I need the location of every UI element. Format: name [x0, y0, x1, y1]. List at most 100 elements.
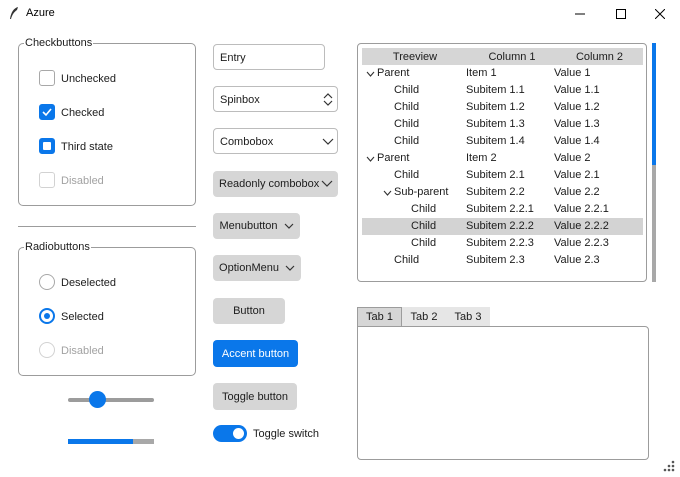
tree-expander-icon[interactable] — [383, 190, 392, 196]
indeterminate-icon — [43, 142, 51, 150]
radiobuttons-legend: Radiobuttons — [24, 241, 91, 253]
tree-cell-column1: Subitem 2.1 — [466, 169, 525, 181]
checkbox-unchecked[interactable] — [39, 70, 55, 86]
checkbox-disabled-label: Disabled — [61, 175, 104, 187]
chevron-down-icon — [322, 138, 334, 145]
chevron-down-icon — [321, 180, 333, 187]
chevron-down-icon — [285, 265, 295, 271]
treeview-heading-tree[interactable]: Treeview — [362, 48, 468, 65]
treeview-heading-column2[interactable]: Column 2 — [556, 48, 643, 65]
checkbuttons-legend: Checkbuttons — [24, 37, 94, 49]
tree-cell-name: Sub-parent — [394, 186, 449, 198]
tree-row[interactable]: Parent Item 2 Value 2 — [362, 150, 643, 167]
tab-2[interactable]: Tab 2 — [402, 307, 446, 326]
tree-cell-column1: Subitem 1.4 — [466, 135, 525, 147]
tree-cell-column2: Value 1 — [554, 67, 591, 79]
optionmenu[interactable]: OptionMenu — [213, 255, 301, 281]
tree-row[interactable]: Child Subitem 2.3 Value 2.3 — [362, 252, 643, 269]
tree-cell-name: Parent — [377, 152, 410, 164]
maximize-button[interactable] — [601, 0, 641, 27]
checkbox-third-state[interactable] — [39, 138, 55, 154]
tree-expander-icon[interactable] — [366, 71, 375, 77]
tree-cell-column2: Value 2.2 — [554, 186, 600, 198]
scale-trough[interactable] — [68, 398, 154, 402]
menubutton[interactable]: Menubutton — [213, 213, 300, 239]
toggle-button[interactable]: Toggle button — [213, 383, 297, 410]
checkbox-third-state-label: Third state — [61, 141, 113, 153]
tree-cell-column1: Item 1 — [466, 67, 497, 79]
tree-cell-column1: Subitem 2.2.2 — [466, 220, 534, 232]
treeview-heading-column1[interactable]: Column 1 — [468, 48, 556, 65]
toggle-switch[interactable] — [213, 425, 247, 442]
toggle-button-label: Toggle button — [221, 390, 289, 403]
tree-cell-column2: Value 2.2.3 — [554, 237, 609, 249]
tree-cell-column1: Subitem 1.1 — [466, 84, 525, 96]
tree-cell-column2: Value 1.3 — [554, 118, 600, 130]
toggle-switch-knob — [233, 428, 244, 439]
maximize-icon — [616, 8, 626, 19]
tree-cell-column2: Value 1.1 — [554, 84, 600, 96]
tree-cell-column1: Subitem 1.2 — [466, 101, 525, 113]
radio-deselected-label: Deselected — [61, 277, 117, 289]
tree-row[interactable]: Child Subitem 1.2 Value 1.2 — [362, 99, 643, 116]
radio-selected[interactable] — [39, 308, 55, 324]
close-icon — [655, 8, 665, 19]
tree-row[interactable]: Child Subitem 2.2.2 Value 2.2.2 — [362, 218, 643, 235]
feather-icon — [10, 7, 18, 19]
progressbar-fill — [68, 439, 133, 444]
tree-cell-column1: Subitem 2.2 — [466, 186, 525, 198]
tab-1[interactable]: Tab 1 — [357, 307, 402, 326]
tree-cell-column2: Value 2 — [554, 152, 591, 164]
accent-button[interactable]: Accent button — [213, 340, 298, 367]
tree-cell-name: Child — [394, 84, 420, 96]
tree-row[interactable]: Child Subitem 1.1 Value 1.1 — [362, 82, 643, 99]
button[interactable]: Button — [213, 298, 285, 324]
checkbox-unchecked-label: Unchecked — [61, 73, 117, 85]
treeview[interactable]: Treeview Column 1 Column 2 Parent Item 1 V… — [357, 43, 647, 282]
combobox[interactable]: Combobox — [213, 128, 338, 154]
tree-cell-name: Child — [394, 118, 420, 130]
tab-label: Tab 1 — [366, 311, 393, 323]
notebook-panel — [357, 326, 649, 460]
radio-deselected[interactable] — [39, 274, 55, 290]
button-label: Button — [233, 305, 265, 317]
tab-3[interactable]: Tab 3 — [446, 307, 490, 326]
radio-disabled-label: Disabled — [61, 345, 104, 357]
spin-arrows-icon[interactable] — [322, 92, 334, 106]
readonly-combobox[interactable]: Readonly combobox — [213, 171, 338, 197]
checkbox-checked[interactable] — [39, 104, 55, 120]
tree-row[interactable]: Child Subitem 2.2.3 Value 2.2.3 — [362, 235, 643, 252]
tree-cell-column1: Subitem 2.2.1 — [466, 203, 534, 215]
size-grip-icon[interactable] — [662, 459, 676, 473]
minimize-button[interactable] — [560, 0, 600, 27]
tree-row[interactable]: Child Subitem 2.1 Value 2.1 — [362, 167, 643, 184]
scrollbar-thumb[interactable] — [652, 43, 656, 165]
tree-row[interactable]: Child Subitem 2.2.1 Value 2.2.1 — [362, 201, 643, 218]
optionmenu-label: OptionMenu — [219, 262, 279, 274]
toggle-switch-label: Toggle switch — [253, 428, 320, 440]
tree-cell-column2: Value 2.2.1 — [554, 203, 609, 215]
close-button[interactable] — [640, 0, 680, 27]
tree-cell-name: Child — [394, 169, 420, 181]
scale-thumb[interactable] — [88, 391, 106, 408]
tree-cell-column2: Value 2.2.2 — [554, 220, 609, 232]
progressbar — [68, 439, 154, 444]
minimize-icon — [575, 13, 585, 14]
scrollbar-trough[interactable] — [652, 43, 656, 282]
tree-row[interactable]: Sub-parent Subitem 2.2 Value 2.2 — [362, 184, 643, 201]
tree-row[interactable]: Parent Item 1 Value 1 — [362, 65, 643, 82]
tree-cell-name: Child — [411, 237, 437, 249]
radio-selected-label: Selected — [61, 311, 104, 323]
spinbox[interactable]: Spinbox — [213, 86, 338, 112]
entry-field[interactable]: Entry — [213, 44, 325, 70]
tree-cell-name: Parent — [377, 67, 410, 79]
tab-label: Tab 2 — [410, 310, 438, 323]
tree-cell-column2: Value 2.3 — [554, 254, 600, 266]
window-title: Azure — [26, 7, 55, 19]
tree-row[interactable]: Child Subitem 1.4 Value 1.4 — [362, 133, 643, 150]
tree-row[interactable]: Child Subitem 1.3 Value 1.3 — [362, 116, 643, 133]
entry-value: Entry — [220, 52, 246, 64]
tree-expander-icon[interactable] — [366, 156, 375, 162]
radio-disabled — [39, 342, 55, 358]
tab-label: Tab 3 — [454, 310, 482, 323]
